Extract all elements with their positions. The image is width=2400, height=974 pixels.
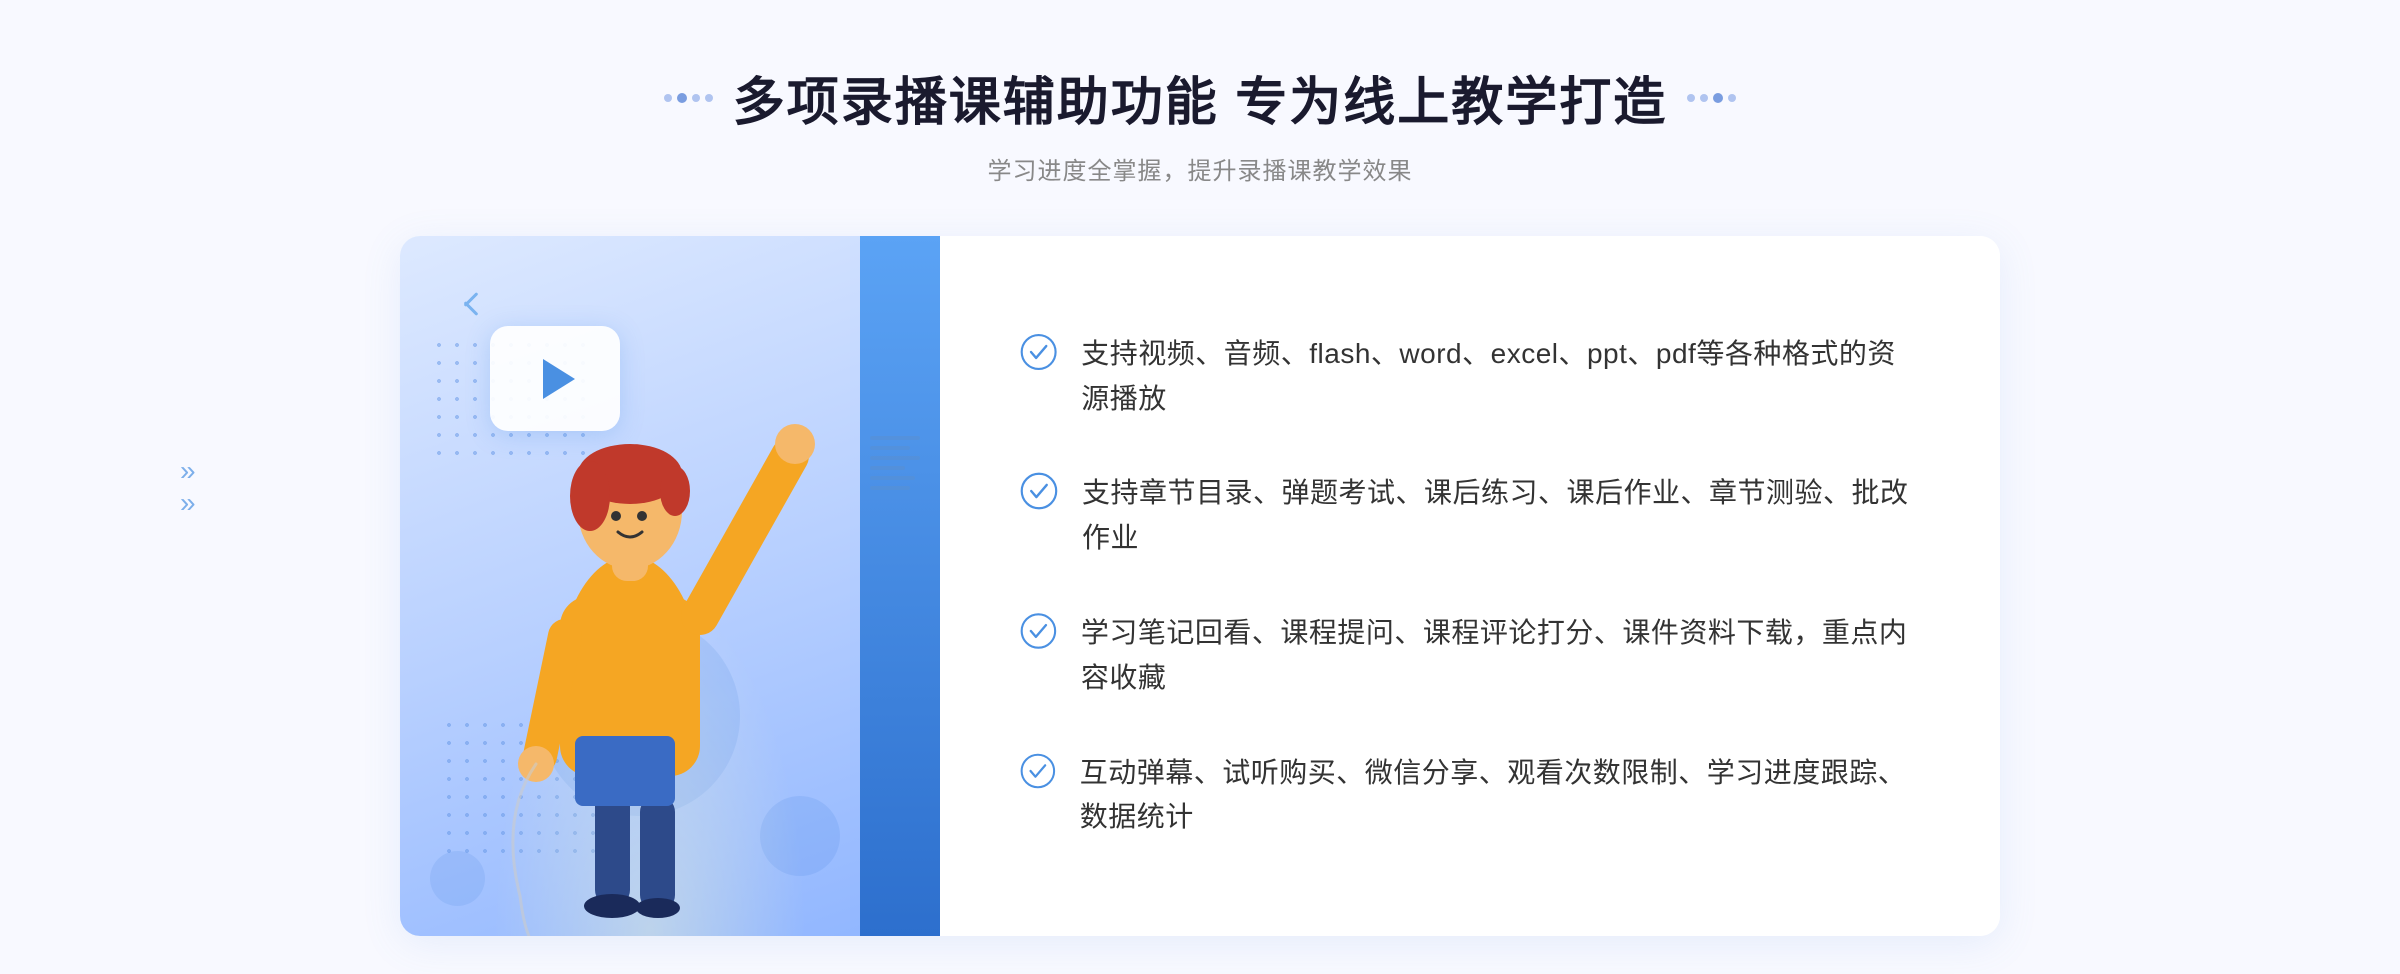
check-icon-2 bbox=[1020, 471, 1058, 511]
feature-text-2: 支持章节目录、弹题考试、课后练习、课后作业、章节测验、批改作业 bbox=[1082, 471, 1920, 561]
stripe-decoration bbox=[870, 436, 920, 490]
spark-decoration bbox=[462, 298, 480, 310]
left-arrows: » » bbox=[180, 457, 196, 517]
dot-8 bbox=[1728, 94, 1736, 102]
title-dots-left bbox=[664, 93, 713, 103]
feature-item-1: 支持视频、音频、flash、word、excel、ppt、pdf等各种格式的资源… bbox=[1020, 332, 1920, 422]
character-illustration bbox=[420, 336, 850, 936]
feature-item-4: 互动弹幕、试听购买、微信分享、观看次数限制、学习进度跟踪、数据统计 bbox=[1020, 751, 1920, 841]
card-wrapper: 支持视频、音频、flash、word、excel、ppt、pdf等各种格式的资源… bbox=[400, 236, 2000, 936]
chevron-right-icon-2: » bbox=[180, 489, 196, 517]
feature-item-3: 学习笔记回看、课程提问、课程评论打分、课件资料下载，重点内容收藏 bbox=[1020, 611, 1920, 701]
feature-text-4: 互动弹幕、试听购买、微信分享、观看次数限制、学习进度跟踪、数据统计 bbox=[1080, 751, 1920, 841]
features-panel: 支持视频、音频、flash、word、excel、ppt、pdf等各种格式的资源… bbox=[940, 236, 2000, 936]
dot-6 bbox=[1700, 94, 1708, 102]
dot-2 bbox=[677, 93, 687, 103]
check-icon-4 bbox=[1020, 751, 1056, 791]
stripe-5 bbox=[870, 476, 915, 480]
feature-item-2: 支持章节目录、弹题考试、课后练习、课后作业、章节测验、批改作业 bbox=[1020, 471, 1920, 561]
title-row: 多项录播课辅助功能 专为线上教学打造 bbox=[664, 60, 1736, 135]
page-container: 多项录播课辅助功能 专为线上教学打造 学习进度全掌握，提升录播课教学效果 » » bbox=[0, 0, 2400, 974]
illustration-panel bbox=[400, 236, 940, 936]
dot-3 bbox=[692, 94, 700, 102]
side-accent-bar bbox=[860, 236, 940, 936]
dot-1 bbox=[664, 94, 672, 102]
spark-line-bottom bbox=[464, 301, 479, 316]
feature-text-3: 学习笔记回看、课程提问、课程评论打分、课件资料下载，重点内容收藏 bbox=[1081, 611, 1920, 701]
check-icon-3 bbox=[1020, 611, 1057, 651]
title-dots-right bbox=[1687, 93, 1736, 103]
main-title: 多项录播课辅助功能 专为线上教学打造 bbox=[733, 60, 1667, 135]
stripe-3 bbox=[870, 456, 920, 460]
subtitle: 学习进度全掌握，提升录播课教学效果 bbox=[664, 151, 1736, 186]
main-content: 支持视频、音频、flash、word、excel、ppt、pdf等各种格式的资源… bbox=[400, 236, 2000, 936]
chevron-right-icon-1: » bbox=[180, 457, 196, 485]
stripe-6 bbox=[870, 486, 910, 490]
stripe-2 bbox=[870, 446, 910, 450]
stripe-4 bbox=[870, 466, 905, 470]
dot-7 bbox=[1713, 93, 1723, 103]
check-icon-1 bbox=[1020, 332, 1057, 372]
dot-5 bbox=[1687, 94, 1695, 102]
feature-text-1: 支持视频、音频、flash、word、excel、ppt、pdf等各种格式的资源… bbox=[1081, 332, 1920, 422]
dot-4 bbox=[705, 94, 713, 102]
stripe-1 bbox=[870, 436, 920, 440]
header-section: 多项录播课辅助功能 专为线上教学打造 学习进度全掌握，提升录播课教学效果 bbox=[664, 60, 1736, 186]
